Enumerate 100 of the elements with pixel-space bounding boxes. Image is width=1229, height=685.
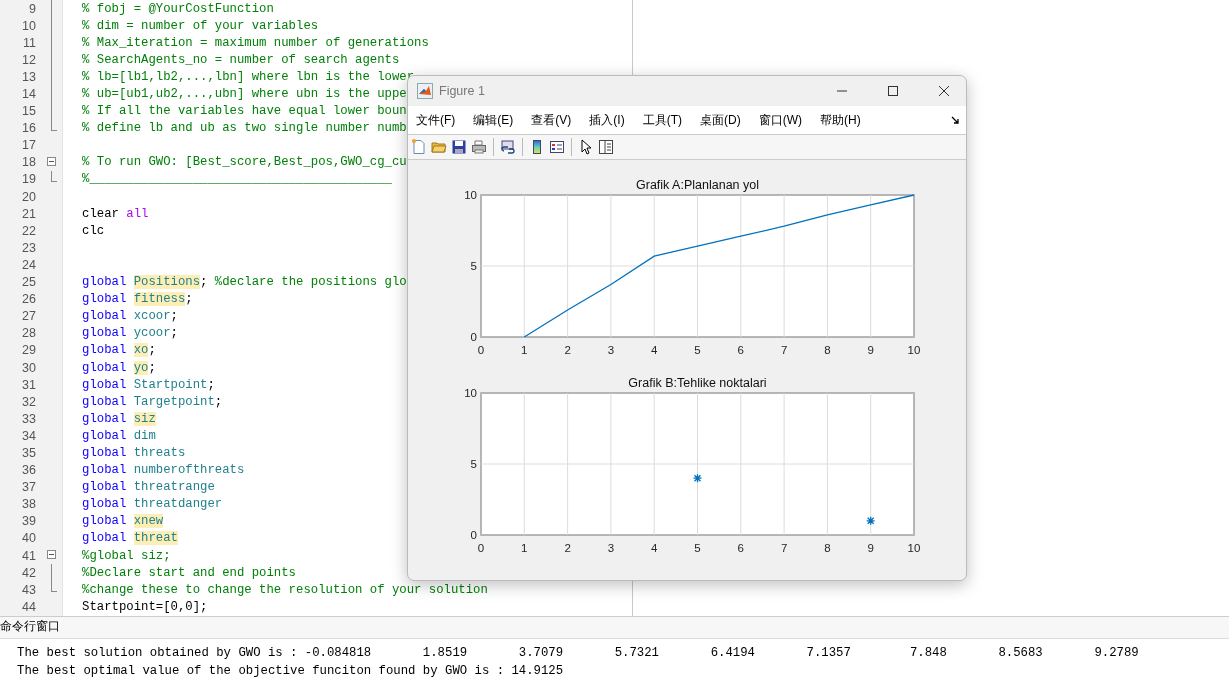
code-line: global Startpoint; (82, 377, 215, 392)
code-line: global siz (82, 411, 156, 426)
menu-item[interactable]: 文件(F) (416, 111, 456, 129)
code-line: clear all (82, 206, 149, 221)
line-number: 22 (21, 223, 36, 238)
output-line: The best optimal value of the objective funciton found by GWO is : 14.9125 (17, 662, 565, 680)
new-file-icon[interactable] (411, 139, 427, 155)
line-number: 36 (21, 463, 36, 478)
line-number: 13 (21, 69, 36, 84)
axis-tick-label: 5 (694, 344, 701, 356)
axis-tick-label: 10 (907, 542, 921, 554)
axis-tick-label: 10 (464, 387, 477, 399)
axis-tick-label: 0 (470, 529, 477, 541)
save-icon[interactable] (451, 139, 467, 155)
code-line: %Declare start and end points (82, 565, 296, 580)
axis-tick-label: 7 (780, 542, 788, 554)
code-line: Startpoint=[0,0]; (82, 599, 208, 614)
chart-title: Grafik A:Planlanan yol (636, 178, 759, 192)
line-number: 35 (21, 446, 36, 460)
axis-tick-label: 9 (867, 344, 874, 356)
star-marker (692, 473, 703, 483)
code-line: global numberofthreats (82, 463, 245, 478)
panel-title: 命令行窗口 (0, 617, 1229, 639)
code-line: global threats (82, 446, 186, 460)
line-number: 34 (21, 428, 36, 443)
code-line: %_________________________________________ (82, 172, 392, 187)
axis-tick-label: 5 (470, 458, 477, 470)
close-icon[interactable] (938, 85, 950, 97)
printer-icon[interactable] (471, 139, 487, 155)
code-line: %global siz; (82, 548, 171, 563)
dock-arrow-icon[interactable] (951, 115, 960, 125)
code-line: %change these to change the resolution of your solution (82, 582, 488, 597)
line-number: 42 (21, 565, 36, 580)
line-number: 28 (21, 326, 36, 341)
menu-item[interactable]: 查看(V) (531, 111, 572, 129)
code-line: % SearchAgents_no = number of search agents (82, 52, 400, 67)
menu-item[interactable]: 编辑(E) (473, 111, 514, 129)
axis-tick-label: 6 (737, 344, 744, 356)
code-line: % ub=[ub1,ub2,...,ubn] where ubn is the uppe (82, 87, 407, 101)
code-line: global xnew (82, 514, 164, 529)
code-line: clc (82, 223, 105, 238)
line-number: 18 (21, 155, 36, 170)
line-number: 43 (21, 582, 36, 597)
code-line: global ycoor; (82, 326, 178, 341)
axis-tick-label: 8 (824, 344, 831, 356)
axis-tick-label: 0 (477, 542, 485, 554)
collapse-icon[interactable] (47, 549, 56, 559)
code-line: % lb=[lb1,lb2,...,lbn] where lbn is the lower (82, 69, 415, 84)
line-number: 26 (21, 292, 36, 307)
pointer-icon[interactable] (578, 139, 594, 155)
code-line: % Max_iteration = maximum number of generations (82, 35, 429, 50)
line-number: 29 (21, 343, 36, 358)
panel-icon[interactable] (598, 139, 614, 155)
code-line: global yo; (82, 360, 156, 375)
line-number: 38 (21, 497, 36, 512)
line-number: 11 (22, 35, 36, 50)
maximize-icon[interactable] (887, 85, 899, 97)
menu-item[interactable]: 窗口(W) (758, 111, 802, 129)
code-line: global dim (82, 428, 156, 443)
line-number: 9 (28, 1, 36, 16)
code-line: global xo; (82, 343, 156, 358)
code-line: global threatdanger (82, 497, 223, 512)
menu-item[interactable]: 工具(T) (642, 111, 682, 129)
line-number: 31 (21, 377, 36, 392)
chart-title: Grafik B:Tehlike noktalari (628, 376, 767, 390)
line-number: 21 (21, 206, 36, 221)
axis-tick-label: 5 (470, 260, 477, 272)
menu-item[interactable]: 帮助(H) (820, 111, 861, 129)
line-number: 41 (21, 548, 36, 563)
line-number: 20 (21, 189, 36, 204)
line-number: 10 (21, 18, 36, 33)
menu-item[interactable]: 桌面(D) (700, 111, 741, 129)
axis-tick-label: 7 (780, 344, 788, 356)
legend-icon[interactable] (549, 139, 565, 155)
axis-tick-label: 3 (607, 344, 615, 356)
line-number: 14 (21, 87, 36, 101)
code-line: % dim = number of your variables (82, 18, 319, 33)
line-number: 44 (21, 599, 36, 614)
axis-tick-label: 4 (651, 542, 658, 554)
axis-tick-label: 5 (694, 542, 701, 554)
line-number: 27 (21, 309, 36, 324)
line-number: 30 (21, 360, 36, 375)
line-number: 37 (21, 480, 36, 495)
line-number: 33 (21, 411, 36, 426)
axis-tick-label: 0 (477, 344, 485, 356)
axis-tick-label: 4 (651, 344, 658, 356)
collapse-icon[interactable] (47, 156, 56, 166)
line-number: 24 (21, 257, 36, 272)
line-number: 25 (21, 275, 36, 290)
axis-tick-label: 1 (521, 542, 528, 554)
menu-item[interactable]: 插入(I) (589, 111, 625, 129)
line-number: 16 (21, 121, 36, 136)
axis-tick-label: 1 (521, 344, 528, 356)
code-line: % define lb and ub as two single number numb (82, 121, 407, 136)
axis-tick-label: 9 (867, 542, 874, 554)
link-icon[interactable] (500, 139, 516, 155)
code-line: global Targetpoint; (82, 394, 223, 409)
app-icon (417, 83, 433, 99)
line-number: 40 (21, 531, 36, 546)
code-line: global threatrange (82, 480, 215, 495)
